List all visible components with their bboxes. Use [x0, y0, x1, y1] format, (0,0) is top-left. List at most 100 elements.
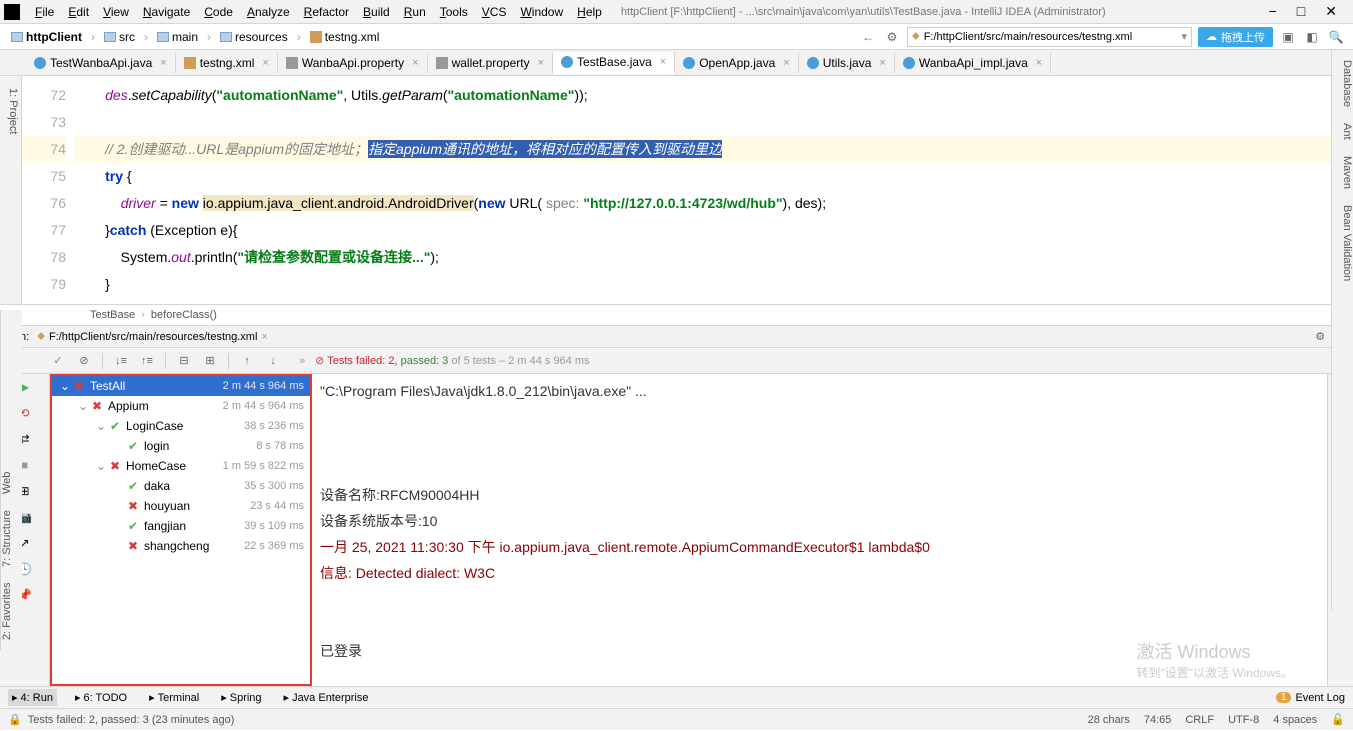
bean-validation-tab[interactable]: Bean Validation [1332, 205, 1353, 281]
tab-TestWanbaApi.java[interactable]: TestWanbaApi.java× [26, 53, 176, 73]
crumb-httpClient[interactable]: httpClient [8, 29, 85, 45]
run-config-dropdown[interactable]: ⬥ F:/httpClient/src/main/resources/testn… [907, 27, 1192, 47]
project-tool-tab[interactable]: 1: Project [7, 84, 19, 296]
upload-button[interactable]: ☁ 拖拽上传 [1198, 27, 1273, 47]
menu-edit[interactable]: Edit [61, 5, 96, 19]
close-tab-icon[interactable]: × [160, 57, 166, 69]
tab-testng.xml[interactable]: testng.xml× [176, 53, 278, 73]
sort-icon[interactable]: ↓≡ [113, 353, 129, 369]
status-encoding[interactable]: UTF-8 [1228, 714, 1259, 726]
run-toolbar: ✓ ⊘ ↓≡ ↑≡ ⊟ ⊞ ↑ ↓ » ⊘ Tests failed: 2, p… [0, 348, 1353, 374]
menu-vcs[interactable]: VCS [475, 5, 514, 19]
status-lock-icon[interactable]: 🔓 [1331, 713, 1345, 726]
test-node-shangcheng[interactable]: ✖shangcheng22 s 369 ms [52, 536, 310, 556]
tool-icon-2[interactable]: ◧ [1303, 28, 1321, 46]
test-node-Appium[interactable]: ⌄✖Appium2 m 44 s 964 ms [52, 396, 310, 416]
maximize-button[interactable]: □ [1297, 3, 1305, 20]
build-icon[interactable] [883, 28, 901, 46]
expand-icon[interactable]: ⌄ [58, 379, 72, 393]
test-node-daka[interactable]: ✔daka35 s 300 ms [52, 476, 310, 496]
maven-tab[interactable]: Maven [1332, 156, 1353, 189]
ant-tab[interactable]: Ant [1332, 123, 1353, 140]
status-indent[interactable]: 4 spaces [1273, 714, 1317, 726]
bottom-tab-Java-Enterprise[interactable]: ▸Java Enterprise [280, 689, 373, 706]
favorites-tab[interactable]: 2: Favorites [1, 583, 22, 640]
up-icon[interactable]: ↑ [239, 353, 255, 369]
menu-refactor[interactable]: Refactor [297, 5, 356, 19]
pass-icon: ✔ [126, 479, 140, 493]
close-tab-icon[interactable]: × [660, 56, 666, 68]
menu-tools[interactable]: Tools [433, 5, 475, 19]
run-settings-icon[interactable]: ⚙ [1311, 328, 1329, 346]
console-output[interactable]: "C:\Program Files\Java\jdk1.8.0_212\bin\… [312, 374, 1327, 686]
back-icon[interactable]: ← [859, 28, 877, 46]
expand-icon[interactable]: ⌄ [94, 419, 108, 433]
status-position[interactable]: 74:65 [1144, 714, 1172, 726]
tab-WanbaApi_impl.java[interactable]: WanbaApi_impl.java× [895, 53, 1051, 73]
crumb-src[interactable]: src [101, 29, 138, 45]
menu-code[interactable]: Code [197, 5, 240, 19]
bottom-tab-Spring[interactable]: ▸Spring [217, 689, 265, 706]
prop-file-icon [286, 57, 298, 69]
crumb-class[interactable]: TestBase [90, 309, 135, 321]
test-node-login[interactable]: ✔login8 s 78 ms [52, 436, 310, 456]
menu-navigate[interactable]: Navigate [136, 5, 197, 19]
crumb-resources[interactable]: resources [217, 29, 291, 45]
tab-OpenApp.java[interactable]: OpenApp.java× [675, 53, 799, 73]
bottom-tab-Terminal[interactable]: ▸Terminal [145, 689, 203, 706]
crumb-main[interactable]: main [154, 29, 201, 45]
java-file-icon [561, 56, 573, 68]
tool-icon-1[interactable]: ▣ [1279, 28, 1297, 46]
close-run-tab[interactable]: × [261, 331, 267, 343]
down-icon[interactable]: ↓ [265, 353, 281, 369]
search-icon[interactable]: 🔍 [1327, 28, 1345, 46]
close-tab-icon[interactable]: × [538, 57, 544, 69]
test-status: ⊘ Tests failed: 2, passed: 3 of 5 tests … [315, 354, 589, 367]
status-message: Tests failed: 2, passed: 3 (23 minutes a… [28, 714, 235, 726]
menu-help[interactable]: Help [570, 5, 609, 19]
menu-file[interactable]: File [28, 5, 61, 19]
expand-icon[interactable]: ⌄ [76, 399, 90, 413]
crumb-method[interactable]: beforeClass() [151, 309, 217, 321]
menu-analyze[interactable]: Analyze [240, 5, 297, 19]
folder-icon [11, 32, 23, 42]
close-tab-icon[interactable]: × [783, 57, 789, 69]
close-tab-icon[interactable]: × [262, 57, 268, 69]
bottom-tab-4-Run[interactable]: ▸4: Run [8, 689, 57, 706]
close-button[interactable]: ✕ [1325, 3, 1337, 20]
check-icon[interactable]: ✓ [50, 353, 66, 369]
crumb-testng.xml[interactable]: testng.xml [307, 29, 383, 45]
test-node-TestAll[interactable]: ⌄✖TestAll2 m 44 s 964 ms [52, 376, 310, 396]
disable-icon[interactable]: ⊘ [76, 353, 92, 369]
test-node-HomeCase[interactable]: ⌄✖HomeCase1 m 59 s 822 ms [52, 456, 310, 476]
tab-WanbaApi.property[interactable]: WanbaApi.property× [278, 53, 428, 73]
event-log-tab[interactable]: 1 Event Log [1276, 692, 1345, 704]
status-eol[interactable]: CRLF [1185, 714, 1214, 726]
menu-view[interactable]: View [96, 5, 136, 19]
tab-TestBase.java[interactable]: TestBase.java× [553, 52, 675, 74]
expand-icon[interactable]: ⌄ [94, 459, 108, 473]
web-tab[interactable]: Web [1, 471, 22, 493]
expand-icon[interactable]: ⊟ [176, 353, 192, 369]
xml-file-icon [184, 57, 196, 69]
menu-run[interactable]: Run [397, 5, 433, 19]
test-node-houyuan[interactable]: ✖houyuan23 s 44 ms [52, 496, 310, 516]
collapse-icon[interactable]: ⊞ [202, 353, 218, 369]
close-tab-icon[interactable]: × [412, 57, 418, 69]
minimize-button[interactable]: − [1269, 3, 1277, 20]
test-node-fangjian[interactable]: ✔fangjian39 s 109 ms [52, 516, 310, 536]
close-tab-icon[interactable]: × [879, 57, 885, 69]
bottom-tab-6-TODO[interactable]: ▸6: TODO [71, 689, 131, 706]
structure-tab[interactable]: 7: Structure [1, 510, 22, 567]
menu-window[interactable]: Window [513, 5, 570, 19]
close-tab-icon[interactable]: × [1036, 57, 1042, 69]
test-node-LoginCase[interactable]: ⌄✔LoginCase38 s 236 ms [52, 416, 310, 436]
menu-build[interactable]: Build [356, 5, 397, 19]
database-tab[interactable]: Database [1332, 60, 1353, 107]
code-editor[interactable]: 7273747576777879 des.setCapability("auto… [22, 76, 1331, 304]
sort-icon-2[interactable]: ↑≡ [139, 353, 155, 369]
test-tree[interactable]: ⌄✖TestAll2 m 44 s 964 ms⌄✖Appium2 m 44 s… [50, 374, 312, 686]
code-area[interactable]: des.setCapability("automationName", Util… [74, 76, 1331, 304]
tab-wallet.property[interactable]: wallet.property× [428, 53, 553, 73]
tab-Utils.java[interactable]: Utils.java× [799, 53, 895, 73]
